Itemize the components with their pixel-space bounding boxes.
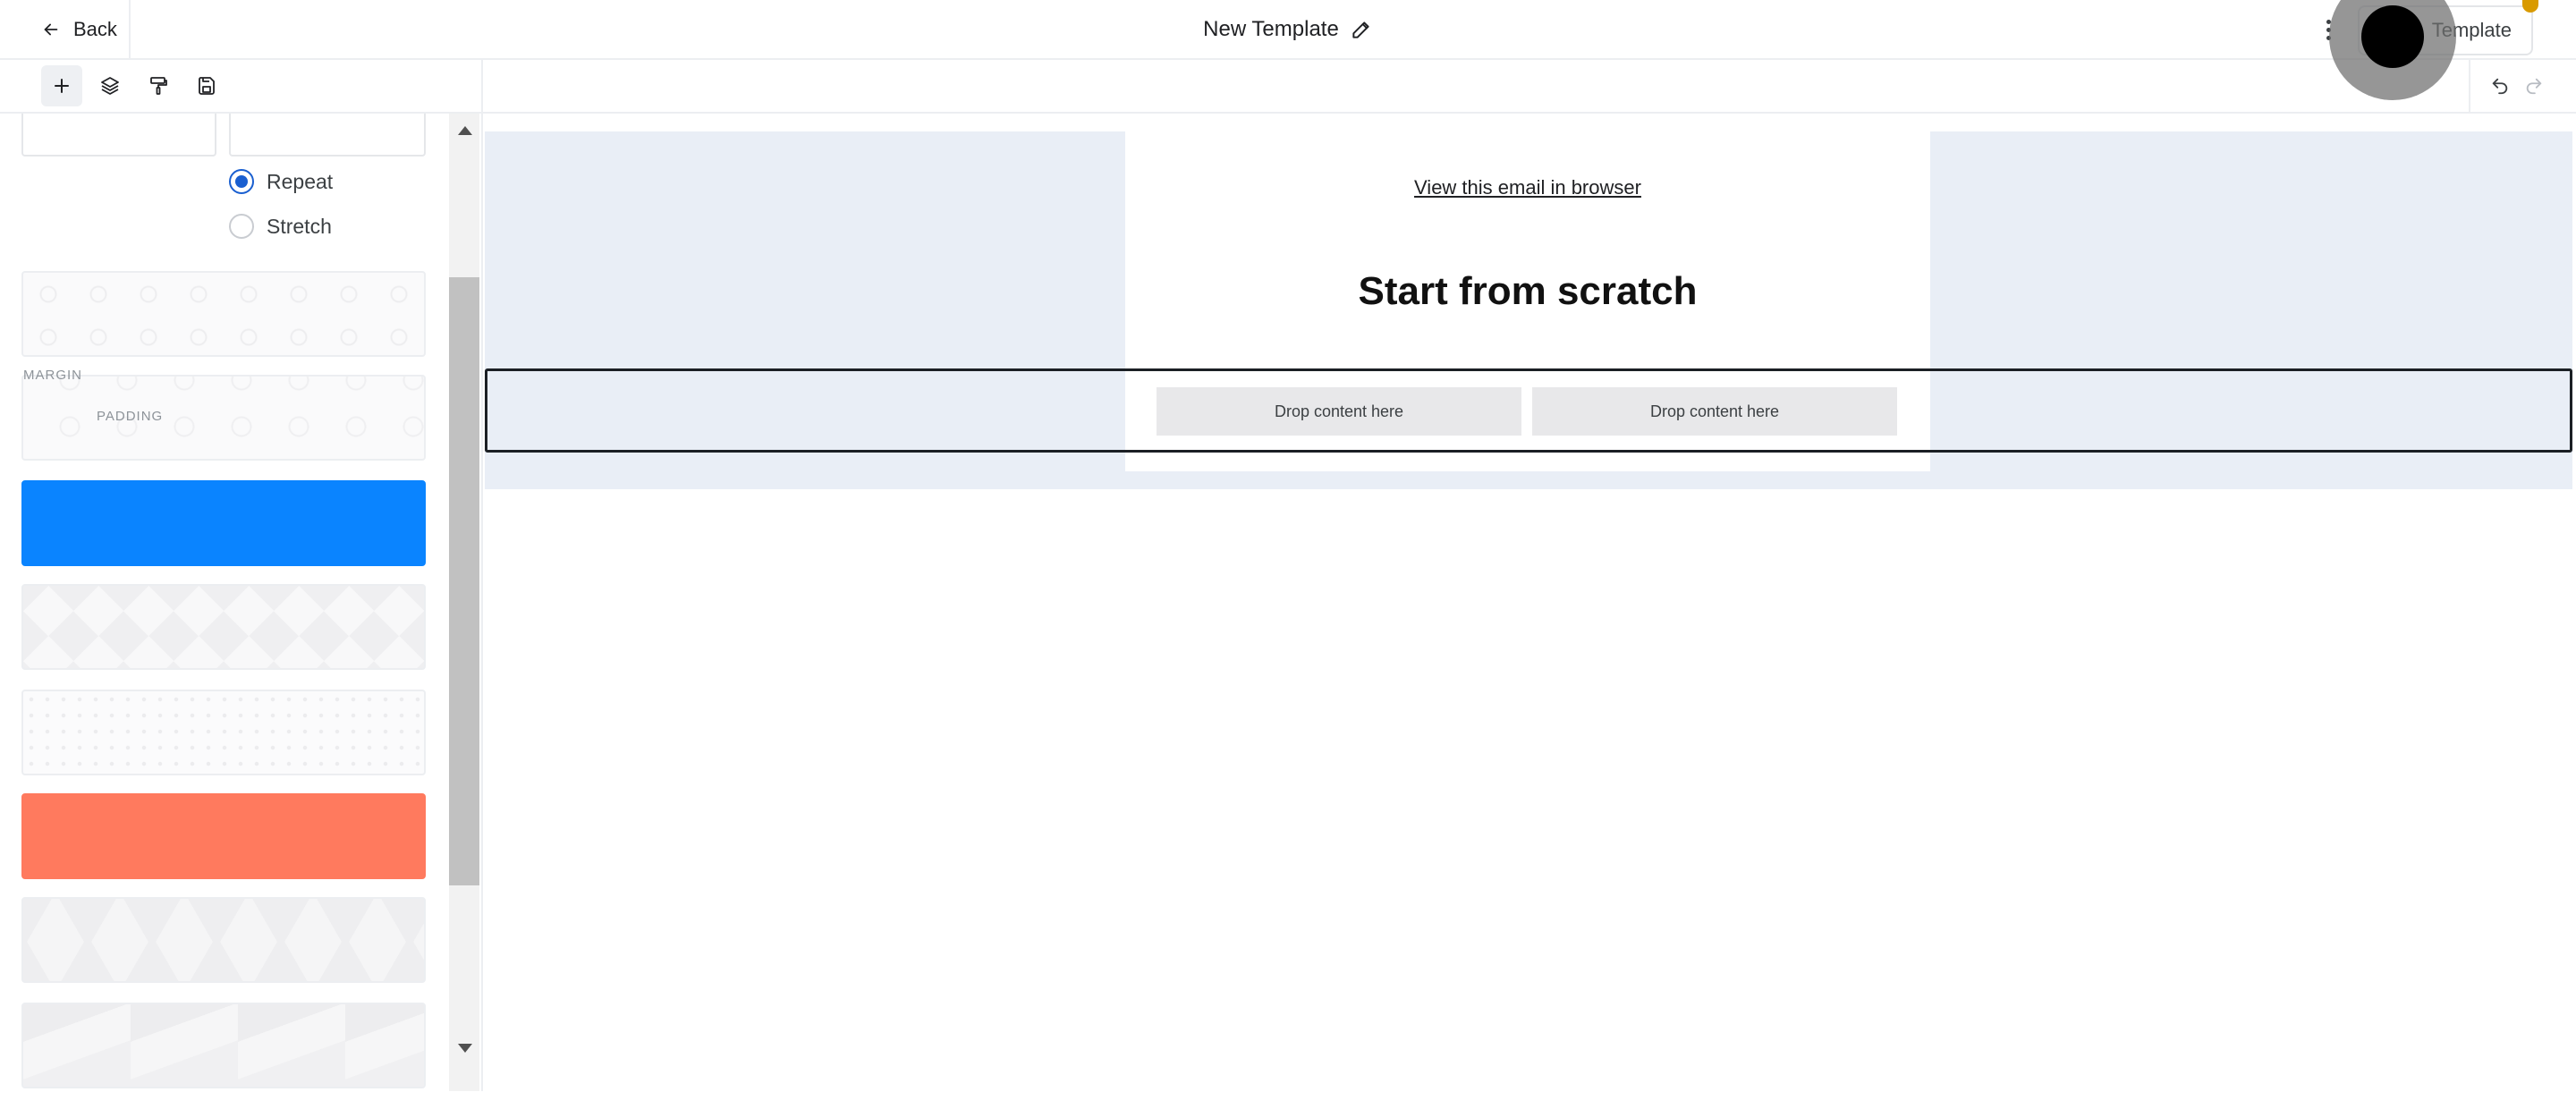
sidebar-tabs (0, 60, 483, 112)
scroll-down-icon[interactable] (458, 1044, 472, 1053)
radio-stretch-label: Stretch (267, 214, 332, 238)
document-title[interactable]: New Template (1203, 17, 1373, 42)
radio-repeat-control[interactable] (229, 169, 254, 194)
background-swatch-circles[interactable] (21, 271, 426, 357)
margin-label: MARGIN (23, 368, 82, 383)
background-swatch-large-triangles[interactable] (21, 897, 426, 983)
scrollbar-thumb[interactable] (449, 277, 479, 885)
radio-repeat[interactable]: Repeat (229, 169, 333, 194)
sidebar-scrollbar[interactable] (449, 114, 479, 1091)
undo-icon[interactable] (2490, 76, 2510, 96)
selected-row-outline[interactable] (485, 368, 2572, 453)
radio-stretch[interactable]: Stretch (229, 214, 332, 239)
background-field-right[interactable] (229, 114, 426, 157)
padding-label: PADDING (97, 409, 164, 424)
background-swatch-rings[interactable] (21, 375, 426, 461)
top-bar: Back New Template Template (0, 0, 2576, 100)
back-button[interactable]: Back (0, 0, 131, 59)
pencil-icon[interactable] (1350, 18, 1373, 41)
back-label: Back (73, 18, 117, 40)
tab-save[interactable] (186, 65, 227, 106)
background-swatch-diagonal[interactable] (21, 1003, 426, 1088)
radio-repeat-label: Repeat (267, 169, 334, 193)
layers-icon (101, 77, 119, 95)
radio-stretch-control[interactable] (229, 214, 254, 239)
email-headline[interactable]: Start from scratch (1125, 269, 1930, 314)
tab-layers[interactable] (89, 65, 131, 106)
view-in-browser-link[interactable]: View this email in browser (1125, 176, 1930, 199)
background-swatch-blue[interactable] (21, 480, 426, 566)
redo-icon[interactable] (2524, 76, 2544, 96)
document-title-text: New Template (1203, 17, 1339, 41)
background-swatch-coral[interactable] (21, 793, 426, 879)
tab-style[interactable] (138, 65, 179, 106)
background-swatch-triangles[interactable] (21, 584, 426, 670)
background-field-left[interactable] (21, 114, 216, 157)
scroll-up-icon[interactable] (458, 126, 472, 135)
arrow-left-icon (44, 23, 58, 36)
editor-toolbar (0, 60, 2576, 114)
email-canvas: View this email in browser Start from sc… (485, 114, 2576, 1091)
plus-icon (55, 79, 69, 93)
document-title-area: New Template (0, 0, 2576, 59)
tab-add-content[interactable] (41, 65, 82, 106)
notification-dot (2522, 0, 2538, 13)
background-swatch-dots[interactable] (21, 690, 426, 775)
save-icon (199, 77, 215, 95)
drop-zone-left[interactable]: Drop content here (1157, 387, 1521, 436)
drop-zone-right[interactable]: Drop content here (1532, 387, 1897, 436)
sidebar-panel: Repeat Stretch MARGIN PADDING (0, 114, 483, 1091)
paint-roller-icon (150, 77, 167, 95)
cursor-pointer (2361, 5, 2424, 68)
history-controls (2469, 60, 2576, 112)
